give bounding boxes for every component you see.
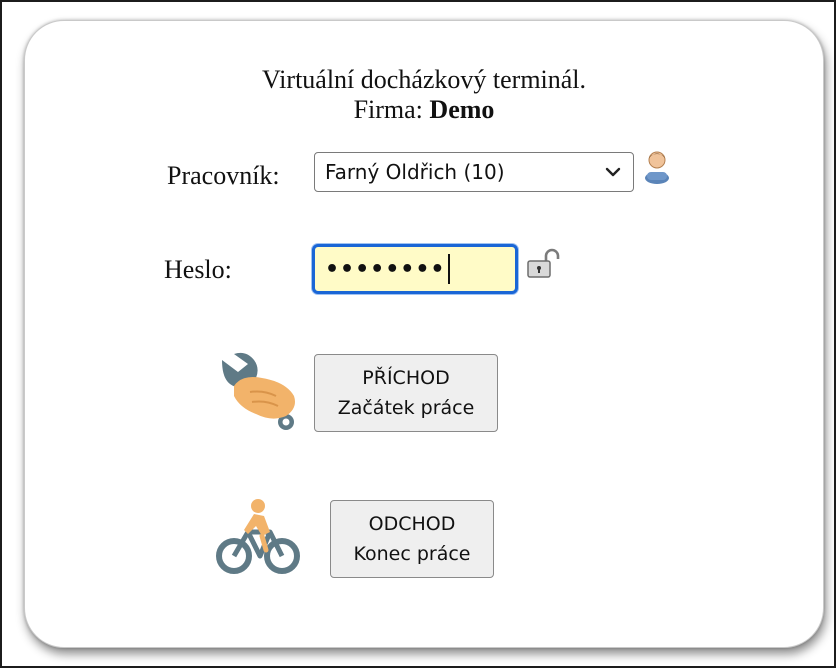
- company-name: Demo: [429, 95, 495, 124]
- arrival-button[interactable]: PŘÍCHOD Začátek práce: [314, 354, 498, 432]
- password-masked-value: ••••••••: [325, 256, 446, 282]
- page-title: Virtuální docházkový terminál. Firma: De…: [25, 65, 823, 125]
- worker-select-value: Farný Oldřich (10): [325, 160, 505, 184]
- company-label: Firma:: [353, 95, 423, 124]
- worker-select[interactable]: Farný Oldřich (10): [314, 152, 634, 192]
- worker-label: Pracovník:: [167, 161, 280, 190]
- wrench-hand-icon: [222, 352, 295, 430]
- departure-button-line1: ODCHOD: [368, 513, 456, 535]
- chevron-down-icon: [605, 167, 621, 177]
- unlock-icon[interactable]: [526, 248, 562, 280]
- arrival-button-line1: PŘÍCHOD: [362, 367, 450, 389]
- departure-button-line2: Konec práce: [353, 543, 471, 565]
- arrival-button-line2: Začátek práce: [337, 397, 475, 419]
- terminal-title: Virtuální docházkový terminál.: [261, 65, 587, 94]
- password-label: Heslo:: [164, 255, 232, 284]
- bicycle-icon: [216, 499, 300, 574]
- user-icon: [645, 151, 669, 184]
- departure-button[interactable]: ODCHOD Konec práce: [330, 500, 494, 578]
- text-caret: [447, 254, 450, 284]
- password-field[interactable]: ••••••••: [312, 244, 518, 294]
- company-line: Firma: Demo: [25, 95, 823, 125]
